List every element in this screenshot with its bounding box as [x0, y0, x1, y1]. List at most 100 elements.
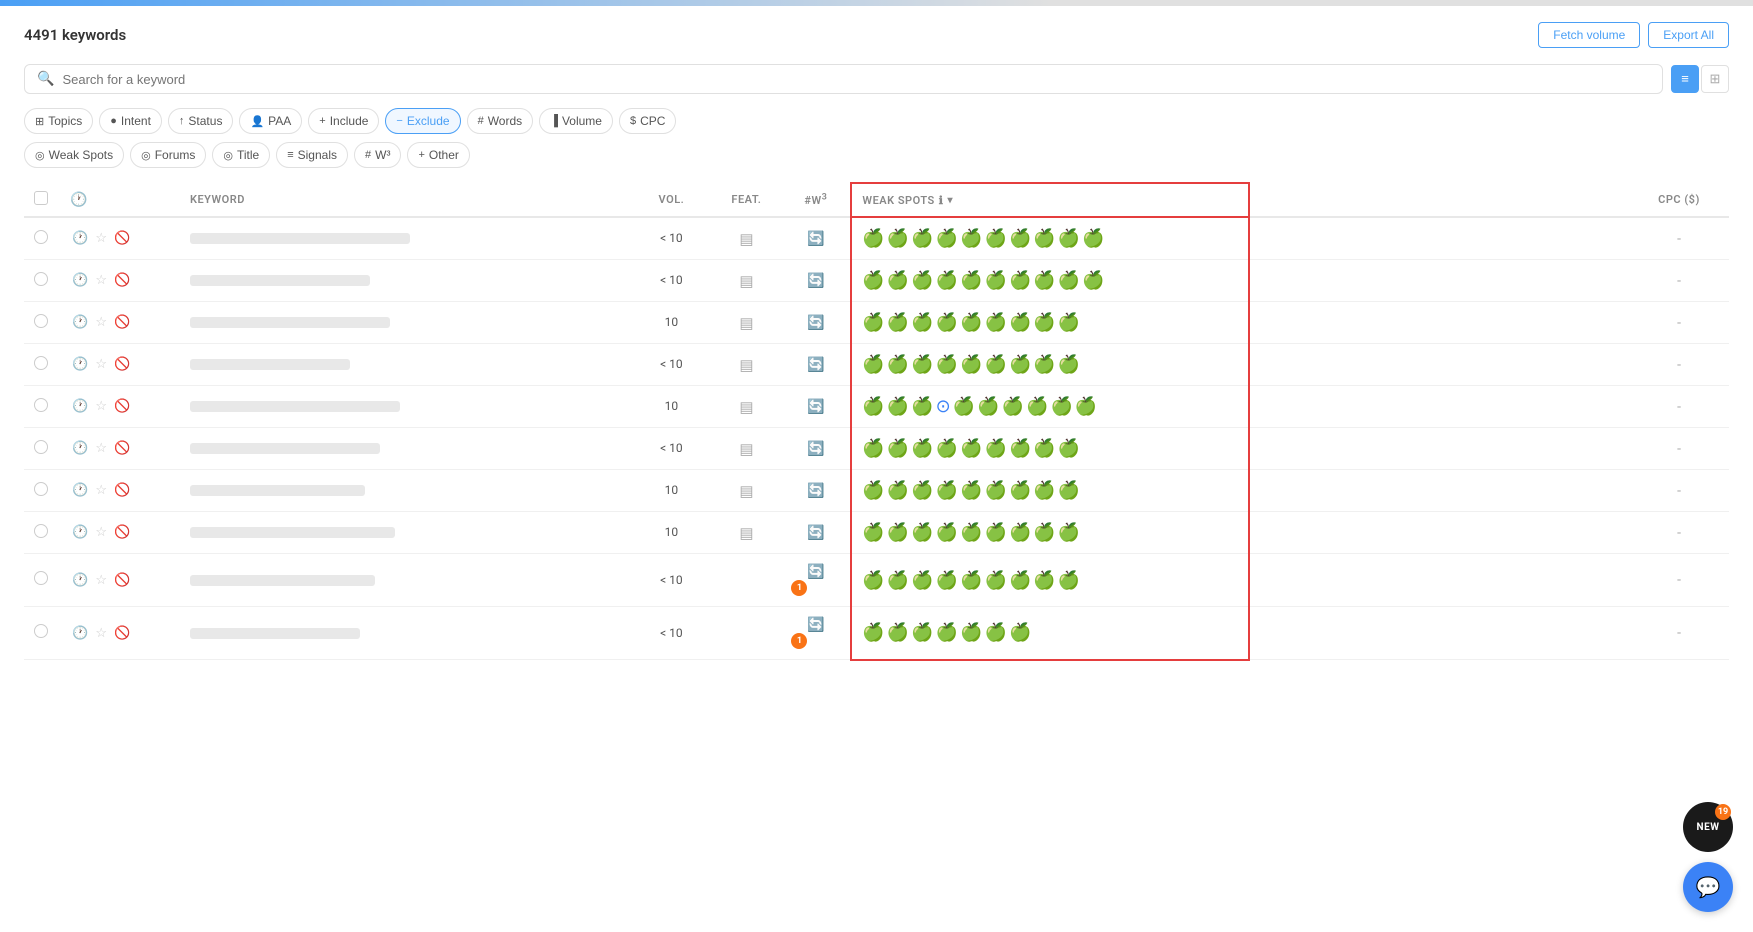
refresh-icon[interactable]: 🔄	[807, 231, 824, 247]
filter-topics[interactable]: ⊞ Topics	[24, 108, 93, 134]
clock-action-icon[interactable]: 🕐	[72, 441, 88, 456]
featured-snippet-icon: ▤	[739, 272, 753, 290]
export-all-button[interactable]: Export All	[1648, 22, 1729, 48]
hide-action-icon[interactable]: 🚫	[114, 573, 130, 588]
grid-icon: ⊞	[1710, 72, 1721, 87]
search-input[interactable]	[62, 72, 1650, 87]
filter-w3[interactable]: # W³	[354, 142, 401, 168]
weak-spot-icon: 🍏	[911, 480, 933, 501]
row-checkbox[interactable]	[34, 272, 48, 286]
filter-status[interactable]: ↑ Status	[168, 108, 234, 134]
filter-include[interactable]: + Include	[308, 108, 379, 134]
filter-cpc[interactable]: $ CPC	[619, 108, 676, 134]
featured-snippet-icon: ▤	[739, 440, 753, 458]
filter-exclude[interactable]: − Exclude	[385, 108, 460, 134]
clock-action-icon[interactable]: 🕐	[72, 231, 88, 246]
grid-view-button[interactable]: ⊞	[1701, 65, 1729, 93]
row-checkbox[interactable]	[34, 398, 48, 412]
row-checkbox[interactable]	[34, 230, 48, 244]
filter-volume[interactable]: ▐ Volume	[539, 108, 613, 134]
row-checkbox[interactable]	[34, 524, 48, 538]
hide-action-icon[interactable]: 🚫	[114, 525, 130, 540]
th-spacer	[1249, 183, 1629, 217]
clock-action-icon[interactable]: 🕐	[72, 626, 88, 641]
list-view-button[interactable]: ≡	[1671, 65, 1699, 93]
hide-action-icon[interactable]: 🚫	[114, 626, 130, 641]
new-notifications-button[interactable]: 19 NEW	[1683, 802, 1733, 852]
star-action-icon[interactable]: ☆	[95, 231, 107, 246]
weak-spot-icon: 🍏	[887, 312, 909, 333]
weak-spot-icon: 🍏	[911, 312, 933, 333]
weak-spot-icon: 🍏	[985, 522, 1007, 543]
clock-action-icon[interactable]: 🕐	[72, 525, 88, 540]
hide-action-icon[interactable]: 🚫	[114, 357, 130, 372]
th-vol[interactable]: VOL.	[631, 183, 711, 217]
star-action-icon[interactable]: ☆	[95, 273, 107, 288]
clock-action-icon[interactable]: 🕐	[72, 573, 88, 588]
row-checkbox[interactable]	[34, 356, 48, 370]
chat-button[interactable]: 💬	[1683, 862, 1733, 912]
hide-action-icon[interactable]: 🚫	[114, 399, 130, 414]
th-weak-spots[interactable]: WEAK SPOTS ℹ ▾	[851, 183, 1249, 217]
refresh-icon[interactable]: 🔄	[807, 525, 824, 541]
filter-forums[interactable]: ◎ Forums	[130, 142, 206, 168]
weak-spots-info-icon[interactable]: ℹ	[939, 194, 944, 207]
star-action-icon[interactable]: ☆	[95, 525, 107, 540]
star-action-icon[interactable]: ☆	[95, 357, 107, 372]
filter-status-label: Status	[188, 114, 222, 128]
row-checkbox[interactable]	[34, 482, 48, 496]
filter-weak-spots[interactable]: ◎ Weak Spots	[24, 142, 124, 168]
clock-action-icon[interactable]: 🕐	[72, 483, 88, 498]
weak-spot-icon: 🍏	[985, 622, 1007, 643]
table-row: 🕐 ☆ 🚫 < 10🔄1🍏🍏🍏🍏🍏🍏🍏-	[24, 607, 1729, 660]
row-checkbox[interactable]	[34, 624, 48, 638]
filter-paa[interactable]: 👤 PAA	[239, 108, 302, 134]
star-action-icon[interactable]: ☆	[95, 441, 107, 456]
weak-spots-sort-icon[interactable]: ▾	[947, 195, 953, 206]
clock-action-icon[interactable]: 🕐	[72, 315, 88, 330]
refresh-icon[interactable]: 🔄	[807, 441, 824, 457]
star-action-icon[interactable]: ☆	[95, 483, 107, 498]
row-checkbox[interactable]	[34, 440, 48, 454]
refresh-icon[interactable]: 🔄	[807, 483, 824, 499]
volume-value: 10	[665, 525, 679, 539]
filter-words[interactable]: # Words	[467, 108, 534, 134]
clock-action-icon[interactable]: 🕐	[72, 357, 88, 372]
refresh-icon[interactable]: 🔄	[807, 273, 824, 289]
hide-action-icon[interactable]: 🚫	[114, 273, 130, 288]
filter-other[interactable]: + Other	[407, 142, 469, 168]
hide-action-icon[interactable]: 🚫	[114, 483, 130, 498]
clock-action-icon[interactable]: 🕐	[72, 399, 88, 414]
th-cpc[interactable]: CPC ($)	[1629, 183, 1729, 217]
star-action-icon[interactable]: ☆	[95, 315, 107, 330]
th-w3[interactable]: #W3	[781, 183, 851, 217]
star-action-icon[interactable]: ☆	[95, 573, 107, 588]
refresh-icon[interactable]: 🔄	[807, 399, 824, 415]
th-feat[interactable]: FEAT.	[711, 183, 781, 217]
hide-action-icon[interactable]: 🚫	[114, 315, 130, 330]
refresh-icon[interactable]: 🔄	[807, 357, 824, 373]
refresh-icon[interactable]: 🔄	[807, 617, 824, 633]
weak-spot-icon: 🍏	[1033, 312, 1055, 333]
fetch-volume-button[interactable]: Fetch volume	[1538, 22, 1640, 48]
hide-action-icon[interactable]: 🚫	[114, 441, 130, 456]
weak-spot-icon: 🍏	[960, 354, 982, 375]
header-actions: Fetch volume Export All	[1538, 22, 1729, 48]
star-action-icon[interactable]: ☆	[95, 399, 107, 414]
keywords-table: 🕐 Keyword VOL. FEAT. #W3	[24, 182, 1729, 661]
cpc-value: -	[1677, 231, 1681, 247]
refresh-icon[interactable]: 🔄	[807, 315, 824, 331]
th-select-all[interactable]	[24, 183, 60, 217]
row-checkbox[interactable]	[34, 314, 48, 328]
th-keyword[interactable]: Keyword	[180, 183, 631, 217]
weak-spot-icon: 🍏	[887, 480, 909, 501]
star-action-icon[interactable]: ☆	[95, 626, 107, 641]
filter-intent[interactable]: ● Intent	[99, 108, 162, 134]
select-all-checkbox[interactable]	[34, 191, 48, 205]
clock-action-icon[interactable]: 🕐	[72, 273, 88, 288]
row-checkbox[interactable]	[34, 571, 48, 585]
filter-title[interactable]: ◎ Title	[212, 142, 270, 168]
hide-action-icon[interactable]: 🚫	[114, 231, 130, 246]
filter-signals[interactable]: ≡ Signals	[276, 142, 348, 168]
refresh-icon[interactable]: 🔄	[807, 564, 824, 580]
